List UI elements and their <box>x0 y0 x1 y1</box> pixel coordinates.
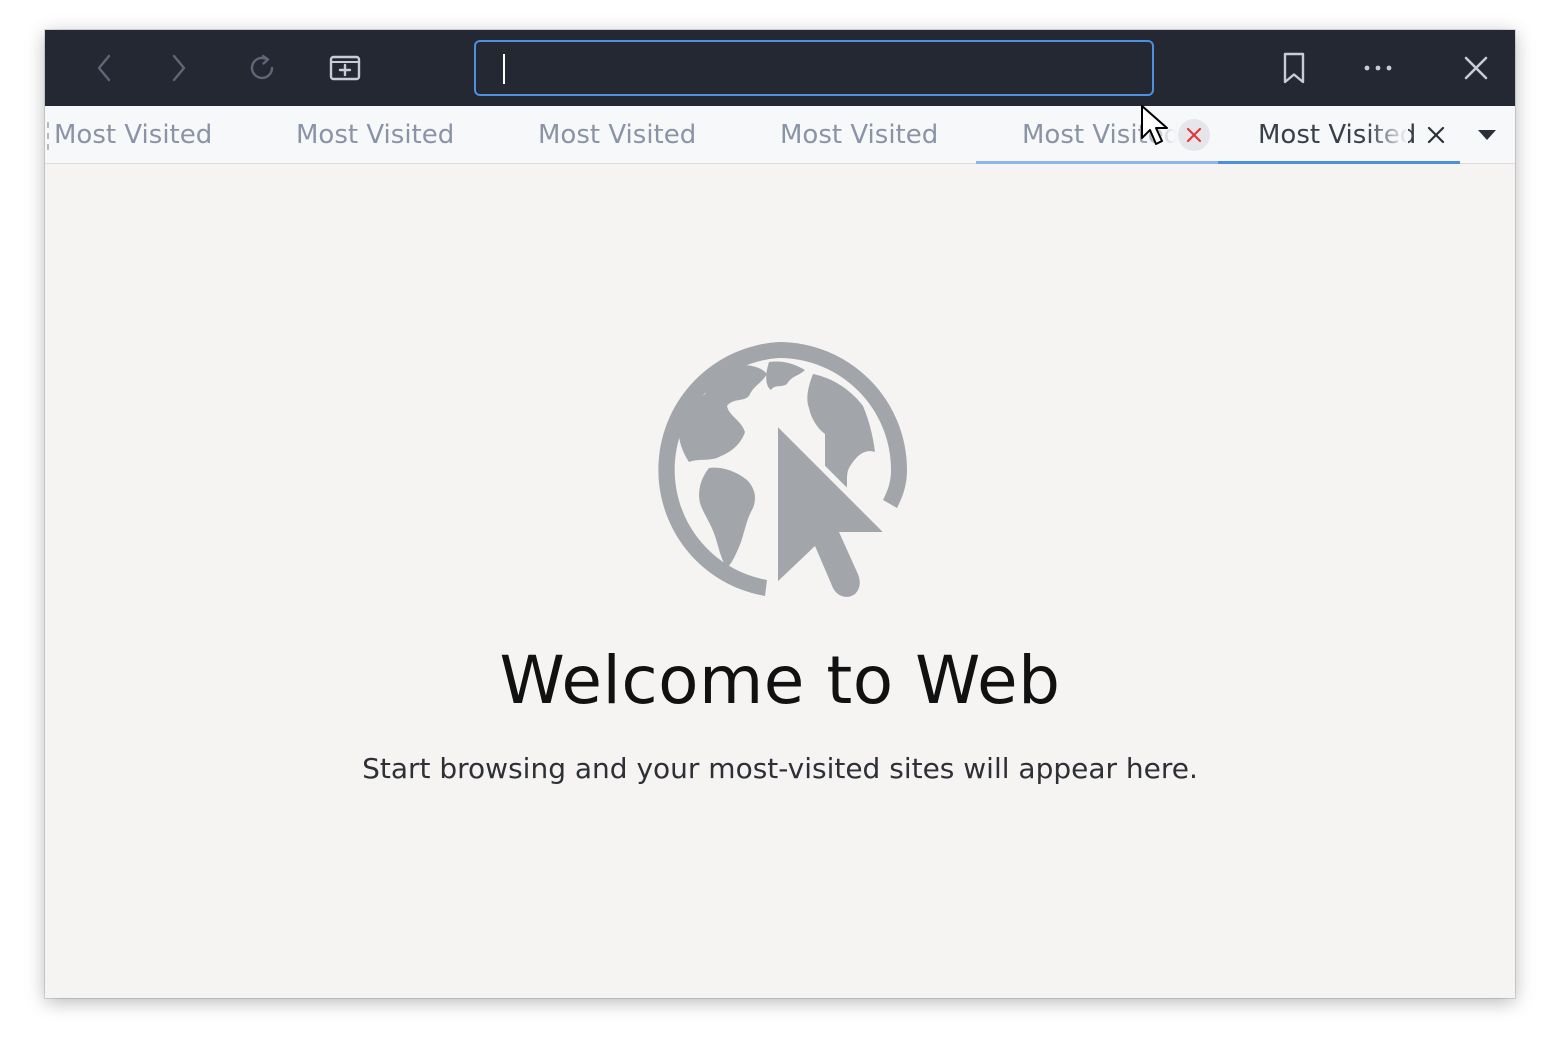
browser-window: Most Visited Most Visited Most Visited M… <box>45 30 1515 998</box>
new-tab-button[interactable] <box>321 44 369 92</box>
tab-label: Most Visited <box>296 120 455 150</box>
chevron-right-icon <box>172 54 186 82</box>
reload-icon <box>250 54 274 80</box>
close-icon <box>1427 126 1445 144</box>
tab-most-visited-active[interactable]: Most Visited <box>1218 106 1460 164</box>
chevron-left-icon <box>97 54 111 82</box>
close-icon <box>1186 127 1202 143</box>
more-horizontal-icon <box>1364 65 1392 71</box>
bookmark-button[interactable] <box>1270 44 1318 92</box>
header-bar <box>45 30 1515 106</box>
back-button[interactable] <box>81 44 129 92</box>
overview-page: Welcome to Web Start browsing and your m… <box>45 164 1515 998</box>
tab-bar: Most Visited Most Visited Most Visited M… <box>45 106 1515 164</box>
dropdown-arrow-icon <box>1478 130 1496 140</box>
globe-pointer-icon <box>658 342 907 597</box>
url-input[interactable] <box>476 42 1152 94</box>
tab-label: Most Visited <box>54 120 213 150</box>
forward-button[interactable] <box>154 44 202 92</box>
tab-most-visited-3[interactable]: Most Visited <box>529 106 771 164</box>
tab-close-button[interactable] <box>1178 119 1210 151</box>
welcome-title: Welcome to Web <box>499 642 1061 719</box>
tab-most-visited-1[interactable]: Most Visited <box>45 106 287 164</box>
new-tab-icon <box>329 55 361 81</box>
url-entry[interactable] <box>474 40 1154 96</box>
welcome-subtitle: Start browsing and your most-visited sit… <box>362 752 1198 785</box>
menu-button[interactable] <box>1354 44 1402 92</box>
tab-label: Most Visited <box>538 120 697 150</box>
window-close-button[interactable] <box>1452 44 1500 92</box>
tab-label-fade <box>1368 106 1408 164</box>
tab-overflow-button[interactable] <box>1465 114 1509 156</box>
tab-most-visited-5[interactable]: Most Visited <box>976 106 1218 164</box>
text-caret <box>503 54 505 84</box>
mouse-cursor-icon <box>1141 105 1168 145</box>
tab-most-visited-2[interactable]: Most Visited <box>287 106 529 164</box>
reload-button[interactable] <box>238 44 286 92</box>
bookmark-icon <box>1283 52 1305 84</box>
close-icon <box>1464 56 1488 80</box>
tab-close-button[interactable] <box>1420 119 1452 151</box>
tab-label: Most Visited <box>780 120 939 150</box>
